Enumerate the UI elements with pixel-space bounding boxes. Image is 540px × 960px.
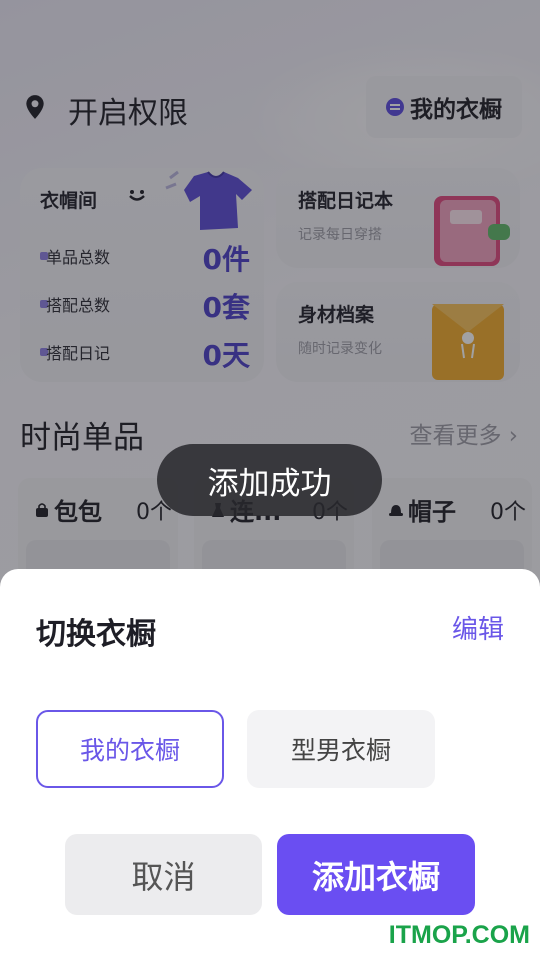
option-label: 型男衣橱 bbox=[290, 736, 391, 765]
switch-wardrobe-sheet: 切换衣橱 编辑 我的衣橱 型男衣橱 取消 添加衣橱 bbox=[0, 569, 540, 960]
add-wardrobe-button[interactable]: 添加衣橱 bbox=[277, 834, 475, 915]
cancel-button[interactable]: 取消 bbox=[65, 834, 262, 915]
wardrobe-option-mine[interactable]: 我的衣橱 bbox=[36, 710, 224, 788]
option-label: 我的衣橱 bbox=[79, 736, 180, 765]
success-toast: 添加成功 bbox=[157, 444, 382, 516]
toast-text: 添加成功 bbox=[207, 465, 332, 502]
cancel-label: 取消 bbox=[131, 857, 196, 896]
edit-button[interactable]: 编辑 bbox=[452, 609, 504, 646]
add-wardrobe-label: 添加衣橱 bbox=[311, 857, 440, 896]
watermark: ITMOP.COM bbox=[388, 921, 530, 949]
wardrobe-option-stylish-men[interactable]: 型男衣橱 bbox=[247, 710, 435, 788]
sheet-title: 切换衣橱 bbox=[36, 617, 156, 652]
